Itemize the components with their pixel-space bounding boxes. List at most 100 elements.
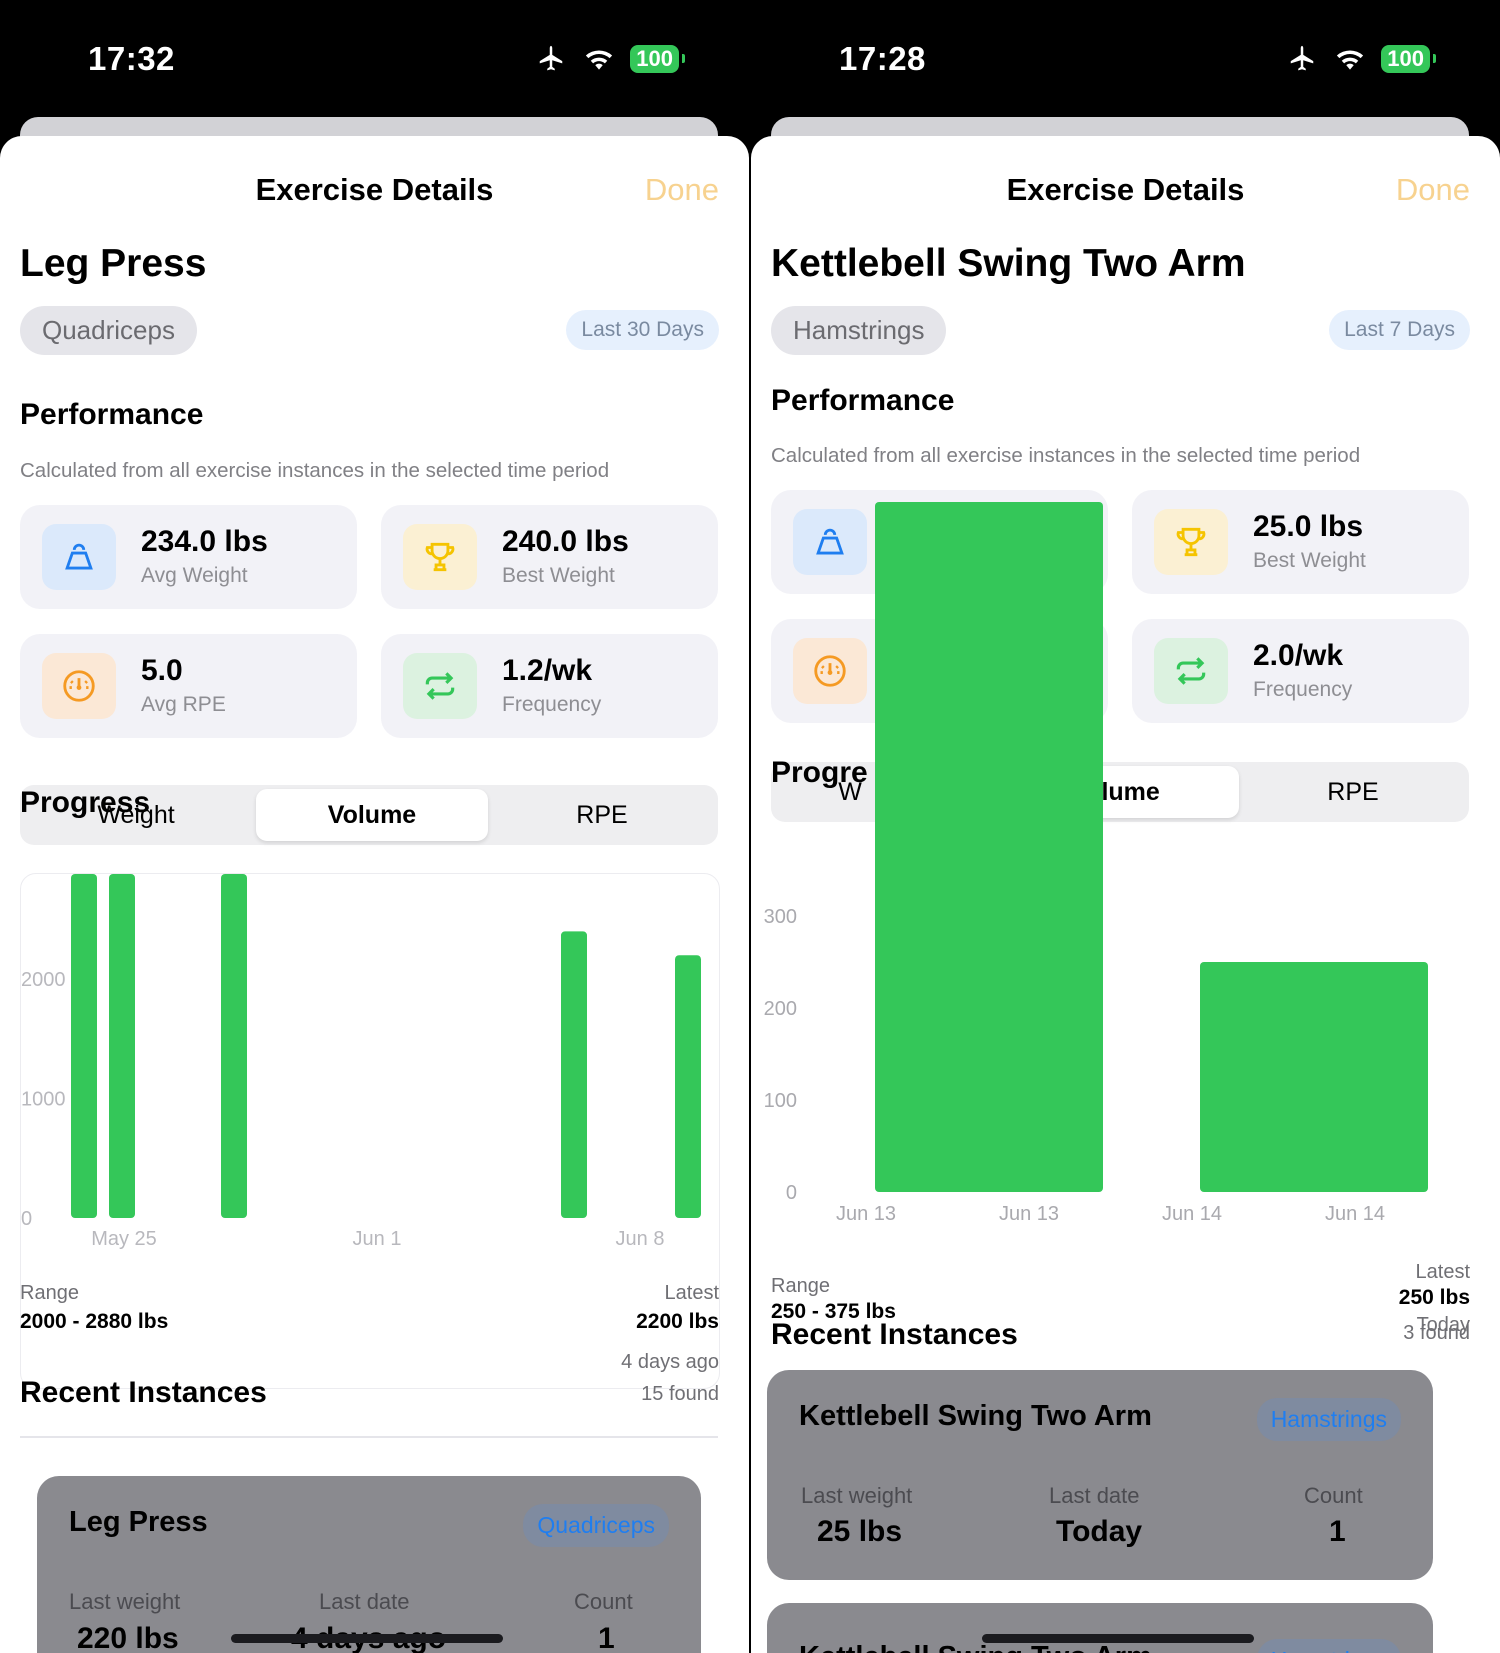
y-tick-label: 300 — [764, 906, 797, 928]
y-tick-label: 200 — [764, 998, 797, 1020]
trophy-icon — [1154, 509, 1228, 575]
last-weight-value: 220 lbs — [77, 1622, 179, 1653]
progress-title: Progress — [20, 786, 151, 819]
range-value: 2000 - 2880 lbs — [20, 1310, 169, 1333]
instance-tag: Hamstrings — [1256, 1639, 1401, 1653]
time-range-chip[interactable]: Last 30 Days — [566, 310, 719, 350]
best-weight-card: 240.0 lbs Best Weight — [381, 505, 718, 609]
best-weight-label: Best Weight — [1253, 549, 1366, 572]
exercise-name: Kettlebell Swing Two Arm — [771, 242, 1246, 285]
avg-weight-card — [771, 490, 1108, 594]
instance-card[interactable]: Kettlebell Swing Two Arm Hamstrings Last… — [767, 1370, 1433, 1580]
count-label: Count — [574, 1589, 633, 1614]
kettlebell-icon — [42, 524, 116, 590]
frequency-label: Frequency — [1253, 678, 1353, 701]
x-tick-label: May 25 — [91, 1228, 157, 1250]
performance-caption: Calculated from all exercise instances i… — [771, 444, 1361, 467]
screen-leg-press: 17:32 100 Exercise Details Done Leg Pres… — [0, 0, 749, 1653]
performance-title: Performance — [20, 398, 204, 431]
x-tick-label: Jun 13 — [836, 1203, 896, 1225]
x-tick-label: Jun 14 — [1325, 1203, 1385, 1225]
last-date-label: Last date — [1049, 1483, 1140, 1508]
instance-tag: Hamstrings — [1256, 1398, 1401, 1441]
done-button[interactable]: Done — [1396, 172, 1470, 208]
exercise-name: Leg Press — [20, 242, 207, 285]
avg-rpe-card — [771, 619, 1108, 723]
airplane-icon — [540, 45, 563, 71]
last-weight-label: Last weight — [69, 1589, 181, 1614]
trophy-icon — [403, 524, 477, 590]
avg-weight-card: 234.0 lbs Avg Weight — [20, 505, 357, 609]
instance-name: Kettlebell Swing Two Arm — [799, 1400, 1152, 1432]
x-tick-label: Jun 8 — [616, 1228, 665, 1250]
frequency-value: 1.2/wk — [502, 654, 593, 687]
wifi-icon — [586, 50, 613, 70]
frequency-value: 2.0/wk — [1253, 639, 1344, 672]
x-tick-label: Jun 14 — [1162, 1203, 1222, 1225]
last-weight-value: 25 lbs — [817, 1515, 903, 1548]
frequency-label: Frequency — [502, 693, 602, 716]
avg-weight-label: Avg Weight — [141, 564, 248, 587]
latest-label: Latest — [1415, 1261, 1470, 1283]
performance-title: Performance — [771, 384, 955, 417]
avg-rpe-label: Avg RPE — [141, 693, 226, 716]
instance-name: Leg Press — [69, 1506, 208, 1538]
volume-bar — [875, 502, 1103, 1192]
segment-volume[interactable]: Volume — [256, 789, 488, 841]
status-bar: 17:32 100 — [0, 0, 749, 118]
volume-bar — [109, 874, 135, 1218]
recent-instances-title: Recent Instances — [20, 1376, 267, 1409]
best-weight-card: 25.0 lbs Best Weight — [1132, 490, 1469, 594]
battery-indicator: 100 — [1381, 45, 1436, 73]
divider — [20, 1436, 718, 1438]
x-tick-label: Jun 1 — [353, 1228, 402, 1250]
nav-title: Exercise Details — [1006, 172, 1245, 207]
done-button[interactable]: Done — [645, 172, 719, 208]
gauge-icon — [42, 653, 116, 719]
kettlebell-icon — [793, 509, 867, 575]
instance-card[interactable]: Leg Press Quadriceps Last weight 220 lbs… — [37, 1476, 701, 1653]
muscle-chip: Quadriceps — [20, 306, 197, 355]
y-tick-label: 0 — [21, 1208, 32, 1230]
time-range-chip[interactable]: Last 7 Days — [1329, 310, 1470, 350]
repeat-icon — [1154, 638, 1228, 704]
exercise-details-sheet: Exercise Details Done Leg Press Quadrice… — [0, 136, 749, 1653]
volume-bar — [1200, 962, 1428, 1192]
best-weight-label: Best Weight — [502, 564, 615, 587]
screen-kettlebell-swing: 17:28 100 Exercise Details Done Kettlebe… — [751, 0, 1500, 1653]
last-weight-label: Last weight — [801, 1483, 913, 1508]
volume-bar — [221, 874, 247, 1218]
range-label: Range — [20, 1282, 79, 1304]
exercise-details-sheet: Exercise Details Done Kettlebell Swing T… — [751, 136, 1500, 1653]
frequency-card: 2.0/wk Frequency — [1132, 619, 1469, 723]
performance-caption: Calculated from all exercise instances i… — [20, 459, 610, 482]
found-count: 15 found — [641, 1383, 719, 1405]
avg-rpe-card: 5.0 Avg RPE — [20, 634, 357, 738]
repeat-icon — [403, 653, 477, 719]
range-label: Range — [771, 1275, 830, 1297]
metric-segmented-control: W olume RPE — [771, 762, 1469, 822]
count-value: 1 — [1329, 1515, 1346, 1548]
volume-bar — [561, 931, 587, 1218]
muscle-chip: Hamstrings — [771, 306, 947, 355]
frequency-card: 1.2/wk Frequency — [381, 634, 718, 738]
latest-value: 250 lbs — [1398, 1286, 1470, 1309]
status-time: 17:28 — [839, 40, 926, 77]
wifi-icon — [1337, 50, 1364, 70]
found-count: 3 found — [1403, 1322, 1470, 1344]
status-time: 17:32 — [88, 40, 175, 77]
latest-when: 4 days ago — [621, 1351, 719, 1373]
volume-bar — [71, 874, 97, 1218]
nav-title: Exercise Details — [255, 172, 494, 207]
status-bar: 17:28 100 — [751, 0, 1500, 118]
best-weight-value: 240.0 lbs — [502, 525, 629, 558]
y-tick-label: 2000 — [21, 969, 66, 991]
gauge-icon — [793, 638, 867, 704]
instance-card[interactable]: Kettlebell Swing Two Arm Hamstrings — [767, 1603, 1433, 1653]
latest-value: 2200 lbs — [636, 1310, 719, 1333]
volume-bar — [675, 955, 701, 1218]
segment-rpe[interactable]: RPE — [486, 785, 718, 845]
segment-rpe[interactable]: RPE — [1237, 762, 1469, 822]
home-indicator — [231, 1634, 503, 1643]
segment-volume[interactable]: olume — [1007, 766, 1239, 818]
